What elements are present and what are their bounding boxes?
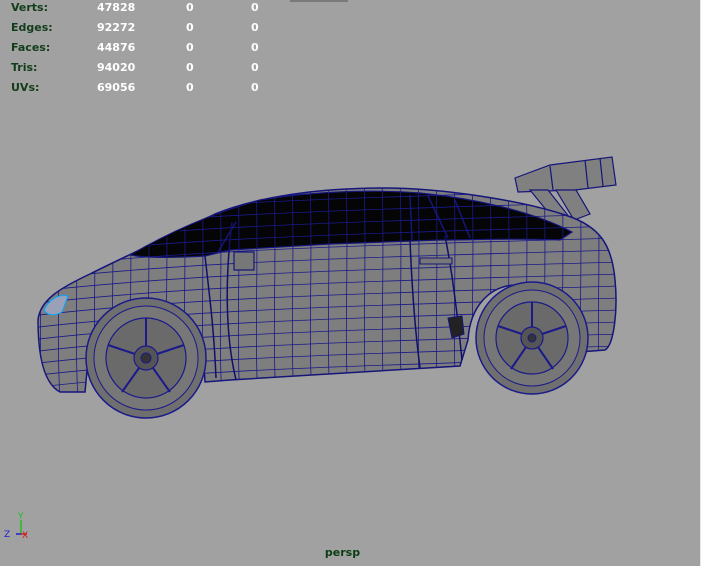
- car-wireframe-model[interactable]: [0, 0, 701, 566]
- axis-gizmo: Y Z X: [4, 512, 28, 541]
- axis-y-label: Y: [17, 512, 24, 522]
- perspective-viewport[interactable]: Verts: 47828 0 0 Edges: 92272 0 0 Faces:…: [0, 0, 701, 566]
- axis-z-label: Z: [4, 530, 10, 540]
- camera-name-label: persp: [324, 546, 361, 559]
- door-handle: [419, 257, 453, 265]
- mesh-edge: [39, 188, 43, 392]
- axis-x-label: X: [22, 531, 28, 541]
- rear-wheel: [475, 281, 589, 395]
- door-mirror: [233, 251, 255, 271]
- front-wheel: [85, 297, 207, 419]
